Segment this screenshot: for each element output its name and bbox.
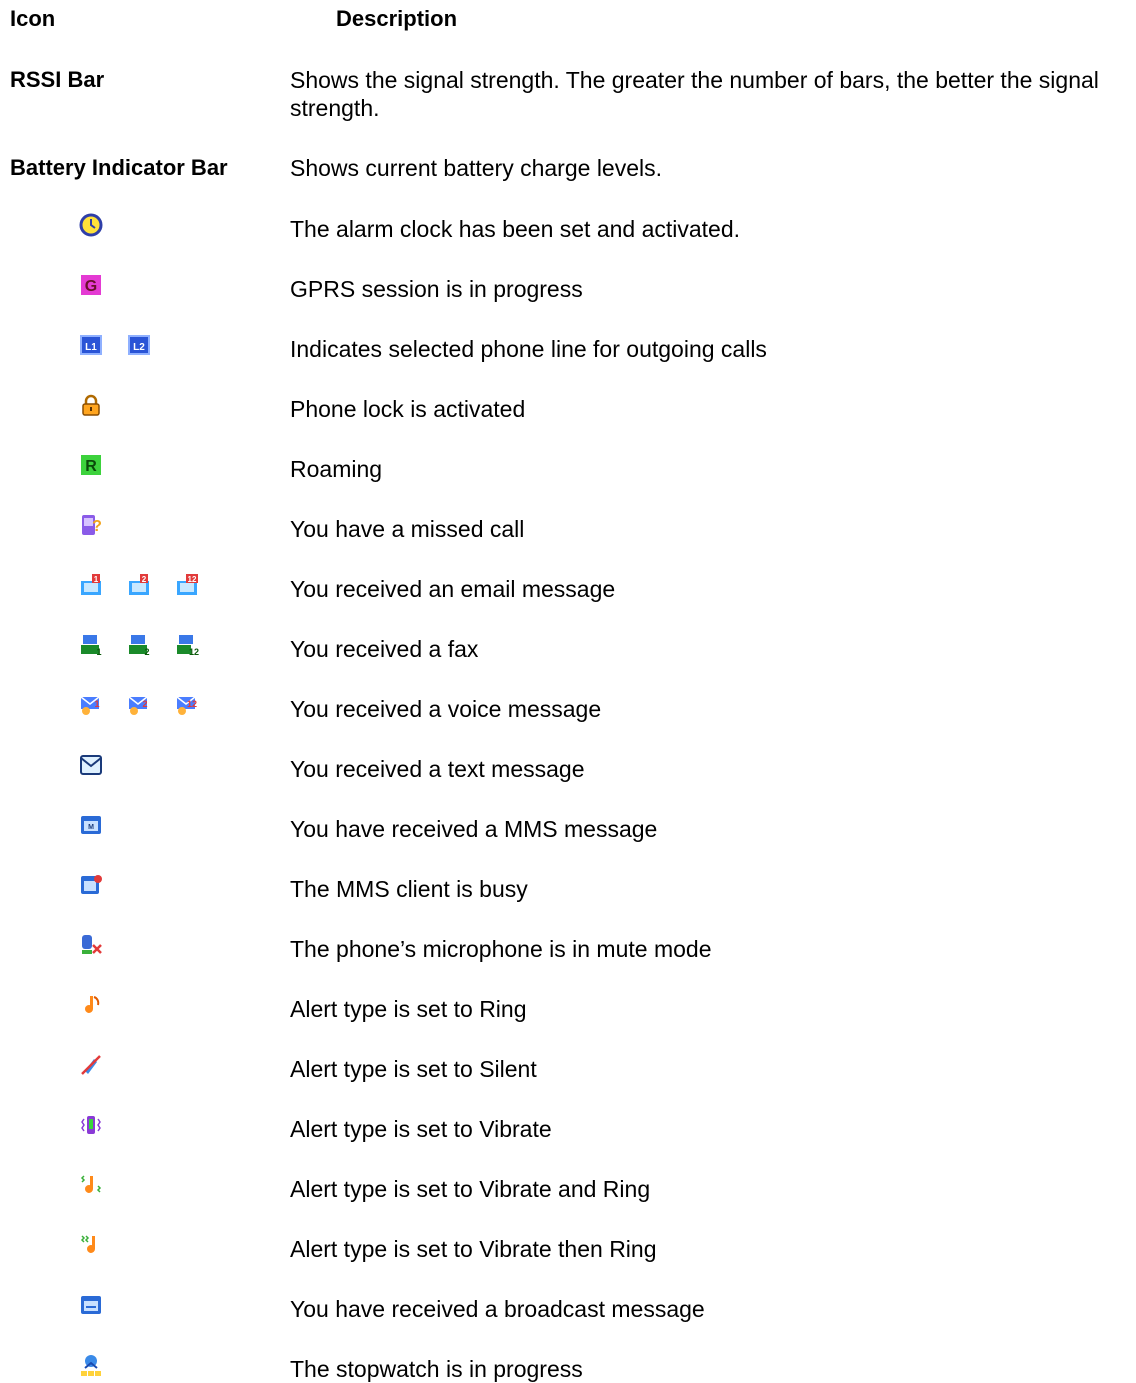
gprs-icon: G bbox=[79, 273, 103, 297]
item-description: You have received a MMS message bbox=[290, 816, 658, 842]
broadcast-message-icon bbox=[79, 1293, 103, 1317]
line1-icon: L1 bbox=[79, 333, 103, 357]
item-name: RSSI Bar bbox=[10, 67, 105, 92]
item-name: Battery Indicator Bar bbox=[10, 155, 228, 180]
icon-group: M bbox=[79, 813, 103, 837]
alarm-clock-icon bbox=[79, 213, 103, 237]
icon-group bbox=[79, 933, 103, 957]
email-12-icon: 12 bbox=[175, 573, 199, 597]
svg-text:1: 1 bbox=[94, 575, 99, 584]
svg-text:?: ? bbox=[92, 518, 102, 535]
icon-group bbox=[79, 393, 103, 417]
voice-2-icon: 2 bbox=[127, 693, 151, 717]
fax-12-icon: 12 bbox=[175, 633, 199, 657]
item-description: The alarm clock has been set and activat… bbox=[290, 216, 741, 242]
svg-text:12: 12 bbox=[189, 647, 199, 657]
ring-icon bbox=[79, 993, 103, 1017]
icon-column-header: Icon bbox=[10, 6, 56, 31]
icon-group: 1 2 12 bbox=[79, 633, 199, 657]
svg-text:2: 2 bbox=[142, 575, 147, 584]
item-description: Alert type is set to Vibrate and Ring bbox=[290, 1176, 651, 1202]
roaming-icon: R bbox=[79, 453, 103, 477]
email-1-icon: 1 bbox=[79, 573, 103, 597]
svg-text:1: 1 bbox=[96, 647, 101, 657]
icon-group: ? bbox=[79, 513, 103, 537]
item-description: You have a missed call bbox=[290, 516, 525, 542]
item-description: You received a voice message bbox=[290, 696, 602, 722]
icon-group bbox=[79, 873, 103, 897]
icon-group bbox=[79, 213, 103, 237]
icon-group bbox=[79, 1053, 103, 1077]
item-description: Alert type is set to Ring bbox=[290, 996, 527, 1022]
voice-1-icon: 1 bbox=[79, 693, 103, 717]
item-description: Phone lock is activated bbox=[290, 396, 526, 422]
svg-text:M: M bbox=[88, 824, 94, 831]
icon-group bbox=[79, 993, 103, 1017]
line2-icon: L2 bbox=[127, 333, 151, 357]
icon-group: L1 L2 bbox=[79, 333, 151, 357]
fax-2-icon: 2 bbox=[127, 633, 151, 657]
item-description: The stopwatch is in progress bbox=[290, 1356, 583, 1382]
icon-group: G bbox=[79, 273, 103, 297]
mms-busy-icon bbox=[79, 873, 103, 897]
item-description: You have received a broadcast message bbox=[290, 1296, 705, 1322]
item-description: You received an email message bbox=[290, 576, 616, 602]
stopwatch-icon bbox=[79, 1353, 103, 1377]
vibrate-icon bbox=[79, 1113, 103, 1137]
item-description: Roaming bbox=[290, 456, 383, 482]
vibrate-then-ring-icon bbox=[79, 1233, 103, 1257]
vibrate-and-ring-icon bbox=[79, 1173, 103, 1197]
text-message-icon bbox=[79, 753, 103, 777]
icon-group bbox=[79, 1113, 103, 1137]
mic-mute-icon bbox=[79, 933, 103, 957]
svg-text:R: R bbox=[85, 458, 97, 475]
item-description: Shows the signal strength. The greater t… bbox=[290, 67, 1099, 121]
svg-text:12: 12 bbox=[188, 575, 197, 584]
svg-text:1: 1 bbox=[94, 699, 99, 709]
svg-text:L2: L2 bbox=[133, 342, 145, 353]
icon-group: 1 2 12 bbox=[79, 573, 199, 597]
item-description: The MMS client is busy bbox=[290, 876, 528, 902]
item-description: The phone’s microphone is in mute mode bbox=[290, 936, 712, 962]
fax-1-icon: 1 bbox=[79, 633, 103, 657]
description-column-header: Description bbox=[336, 6, 458, 31]
icon-group: R bbox=[79, 453, 103, 477]
svg-text:2: 2 bbox=[144, 647, 149, 657]
mms-message-icon: M bbox=[79, 813, 103, 837]
item-description: You received a fax bbox=[290, 636, 479, 662]
silent-icon bbox=[79, 1053, 103, 1077]
item-description: Indicates selected phone line for outgoi… bbox=[290, 336, 767, 362]
svg-text:G: G bbox=[85, 278, 97, 295]
item-description: Shows current battery charge levels. bbox=[290, 155, 663, 181]
svg-text:12: 12 bbox=[187, 699, 197, 709]
item-description: Alert type is set to Vibrate then Ring bbox=[290, 1236, 657, 1262]
item-description: You received a text message bbox=[290, 756, 585, 782]
icon-group bbox=[79, 753, 103, 777]
icon-group bbox=[79, 1233, 103, 1257]
voice-12-icon: 12 bbox=[175, 693, 199, 717]
icon-group bbox=[79, 1353, 103, 1377]
phone-lock-icon bbox=[79, 393, 103, 417]
missed-call-icon: ? bbox=[79, 513, 103, 537]
email-2-icon: 2 bbox=[127, 573, 151, 597]
icon-group bbox=[79, 1293, 103, 1317]
item-description: Alert type is set to Silent bbox=[290, 1056, 537, 1082]
svg-text:L1: L1 bbox=[85, 342, 97, 353]
item-description: Alert type is set to Vibrate bbox=[290, 1116, 552, 1142]
svg-text:2: 2 bbox=[142, 699, 147, 709]
icon-group bbox=[79, 1173, 103, 1197]
item-description: GPRS session is in progress bbox=[290, 276, 583, 302]
icon-group: 1 2 12 bbox=[79, 693, 199, 717]
